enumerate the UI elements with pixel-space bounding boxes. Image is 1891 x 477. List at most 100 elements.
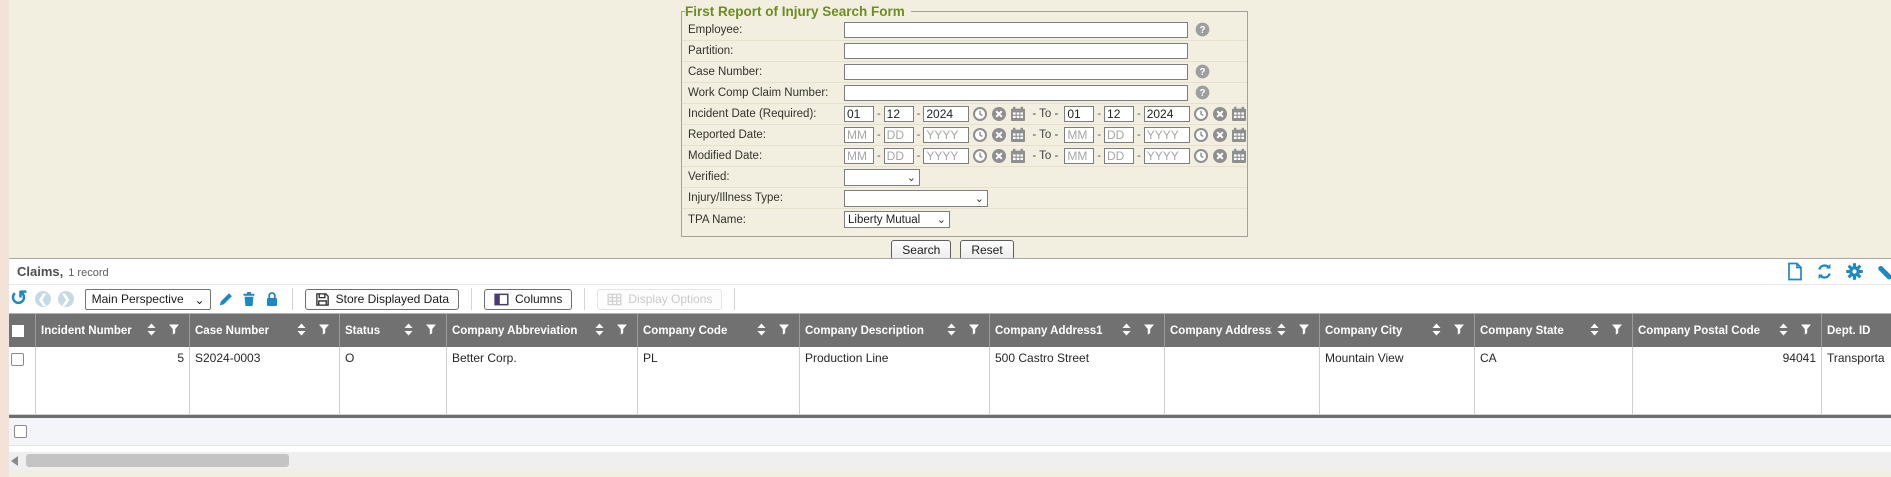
header-cell-company-state[interactable]: Company State: [1475, 314, 1633, 347]
modified-date-to-dd[interactable]: [1104, 148, 1134, 164]
clear-icon[interactable]: [1212, 127, 1228, 143]
calendar-icon[interactable]: [1010, 106, 1026, 122]
header-cell-dept-id[interactable]: Dept. ID: [1822, 314, 1891, 347]
sort-icon[interactable]: [595, 323, 611, 339]
employee-input[interactable]: [844, 22, 1188, 38]
clear-icon[interactable]: [991, 148, 1007, 164]
header-cell-status[interactable]: Status: [340, 314, 447, 347]
sort-icon[interactable]: [1779, 323, 1795, 339]
injury-type-select[interactable]: ⌄: [844, 190, 988, 207]
help-icon[interactable]: ?: [1195, 22, 1211, 38]
edit-pencil-icon[interactable]: [218, 291, 234, 307]
cell-status[interactable]: O: [340, 347, 447, 415]
clear-icon[interactable]: [991, 106, 1007, 122]
header-cell-company-postal-code[interactable]: Company Postal Code: [1633, 314, 1822, 347]
incident-date-to-dd[interactable]: [1104, 106, 1134, 122]
tpa-name-select[interactable]: Liberty Mutual⌄: [844, 211, 950, 228]
partition-input[interactable]: [844, 43, 1188, 59]
incident-date-from-mm[interactable]: [844, 106, 874, 122]
modified-date-from-yyyy[interactable]: [923, 148, 969, 164]
filter-icon[interactable]: [1800, 323, 1816, 339]
reported-date-from-dd[interactable]: [884, 127, 914, 143]
filter-icon[interactable]: [318, 323, 334, 339]
filter-icon[interactable]: [1611, 323, 1627, 339]
clear-icon[interactable]: [1212, 106, 1228, 122]
cell-dept-id[interactable]: Transporta: [1822, 347, 1891, 415]
modified-date-to-mm[interactable]: [1064, 148, 1094, 164]
reset-button[interactable]: Reset: [960, 240, 1013, 260]
header-cell-company-code[interactable]: Company Code: [638, 314, 800, 347]
header-cell-case-number[interactable]: Case Number: [190, 314, 340, 347]
refresh-icon[interactable]: [1816, 263, 1833, 280]
header-cell-company-address1[interactable]: Company Address1: [990, 314, 1165, 347]
clock-icon[interactable]: [972, 106, 988, 122]
cell-company-address2[interactable]: [1165, 347, 1320, 415]
calendar-icon[interactable]: [1010, 148, 1026, 164]
reported-date-to-yyyy[interactable]: [1144, 127, 1190, 143]
cell-company-code[interactable]: PL: [638, 347, 800, 415]
sort-icon[interactable]: [947, 323, 963, 339]
scroll-left-arrow[interactable]: [11, 456, 18, 466]
clock-icon[interactable]: [1193, 148, 1209, 164]
reported-date-from-mm[interactable]: [844, 127, 874, 143]
calendar-icon[interactable]: [1010, 127, 1026, 143]
cell-company-address1[interactable]: 500 Castro Street: [990, 347, 1165, 415]
help-icon[interactable]: ?: [1195, 85, 1211, 101]
filter-icon[interactable]: [168, 323, 184, 339]
cell-company-abbreviation[interactable]: Better Corp.: [447, 347, 638, 415]
scroll-thumb[interactable]: [26, 454, 289, 467]
cell-company-state[interactable]: CA: [1475, 347, 1633, 415]
filter-icon[interactable]: [1453, 323, 1469, 339]
cell-company-postal-code[interactable]: 94041: [1633, 347, 1822, 415]
clear-icon[interactable]: [1212, 148, 1228, 164]
filter-icon[interactable]: [1298, 323, 1314, 339]
undo-icon[interactable]: ↺: [10, 289, 28, 309]
header-cell-company-city[interactable]: Company City: [1320, 314, 1475, 347]
new-page-icon[interactable]: [1787, 262, 1803, 281]
incident-date-from-dd[interactable]: [884, 106, 914, 122]
calendar-icon[interactable]: [1231, 106, 1247, 122]
next-button[interactable]: ❯: [58, 291, 74, 307]
table-row[interactable]: 5S2024-0003OBetter Corp.PLProduction Lin…: [0, 347, 1891, 415]
modified-date-from-dd[interactable]: [884, 148, 914, 164]
calendar-icon[interactable]: [1231, 127, 1247, 143]
reported-date-to-dd[interactable]: [1104, 127, 1134, 143]
reported-date-from-yyyy[interactable]: [923, 127, 969, 143]
incident-date-from-yyyy[interactable]: [923, 106, 969, 122]
sort-icon[interactable]: [297, 323, 313, 339]
sort-icon[interactable]: [404, 323, 420, 339]
calendar-icon[interactable]: [1231, 148, 1247, 164]
perspective-select[interactable]: Main Perspective ⌄: [85, 289, 211, 310]
modified-date-to-yyyy[interactable]: [1144, 148, 1190, 164]
header-cell-company-abbreviation[interactable]: Company Abbreviation: [447, 314, 638, 347]
sort-icon[interactable]: [757, 323, 773, 339]
reported-date-to-mm[interactable]: [1064, 127, 1094, 143]
filter-icon[interactable]: [778, 323, 794, 339]
incident-date-to-yyyy[interactable]: [1144, 106, 1190, 122]
sort-icon[interactable]: [1590, 323, 1606, 339]
cell-case-number[interactable]: S2024-0003: [190, 347, 340, 415]
store-displayed-data-button[interactable]: Store Displayed Data: [305, 289, 459, 310]
wrench-icon[interactable]: [1876, 263, 1891, 281]
horizontal-scrollbar[interactable]: [0, 452, 1891, 470]
header-cell-company-address2[interactable]: Company Address2: [1165, 314, 1320, 347]
filter-icon[interactable]: [968, 323, 984, 339]
sort-icon[interactable]: [1432, 323, 1448, 339]
cell-company-description[interactable]: Production Line: [800, 347, 990, 415]
select-all-checkbox[interactable]: [12, 325, 24, 337]
filter-icon[interactable]: [425, 323, 441, 339]
sort-icon[interactable]: [1122, 323, 1138, 339]
search-button[interactable]: Search: [891, 240, 951, 260]
cell-company-city[interactable]: Mountain View: [1320, 347, 1475, 415]
prev-button[interactable]: ❮: [35, 291, 51, 307]
lock-icon[interactable]: [264, 291, 280, 307]
clock-icon[interactable]: [1193, 106, 1209, 122]
filter-icon[interactable]: [616, 323, 632, 339]
clock-icon[interactable]: [1193, 127, 1209, 143]
sort-icon[interactable]: [147, 323, 163, 339]
work-comp-input[interactable]: [844, 85, 1188, 101]
case-number-input[interactable]: [844, 64, 1188, 80]
header-cell-incident-number[interactable]: Incident Number: [36, 314, 190, 347]
clock-icon[interactable]: [972, 148, 988, 164]
row-checkbox[interactable]: [11, 353, 24, 366]
